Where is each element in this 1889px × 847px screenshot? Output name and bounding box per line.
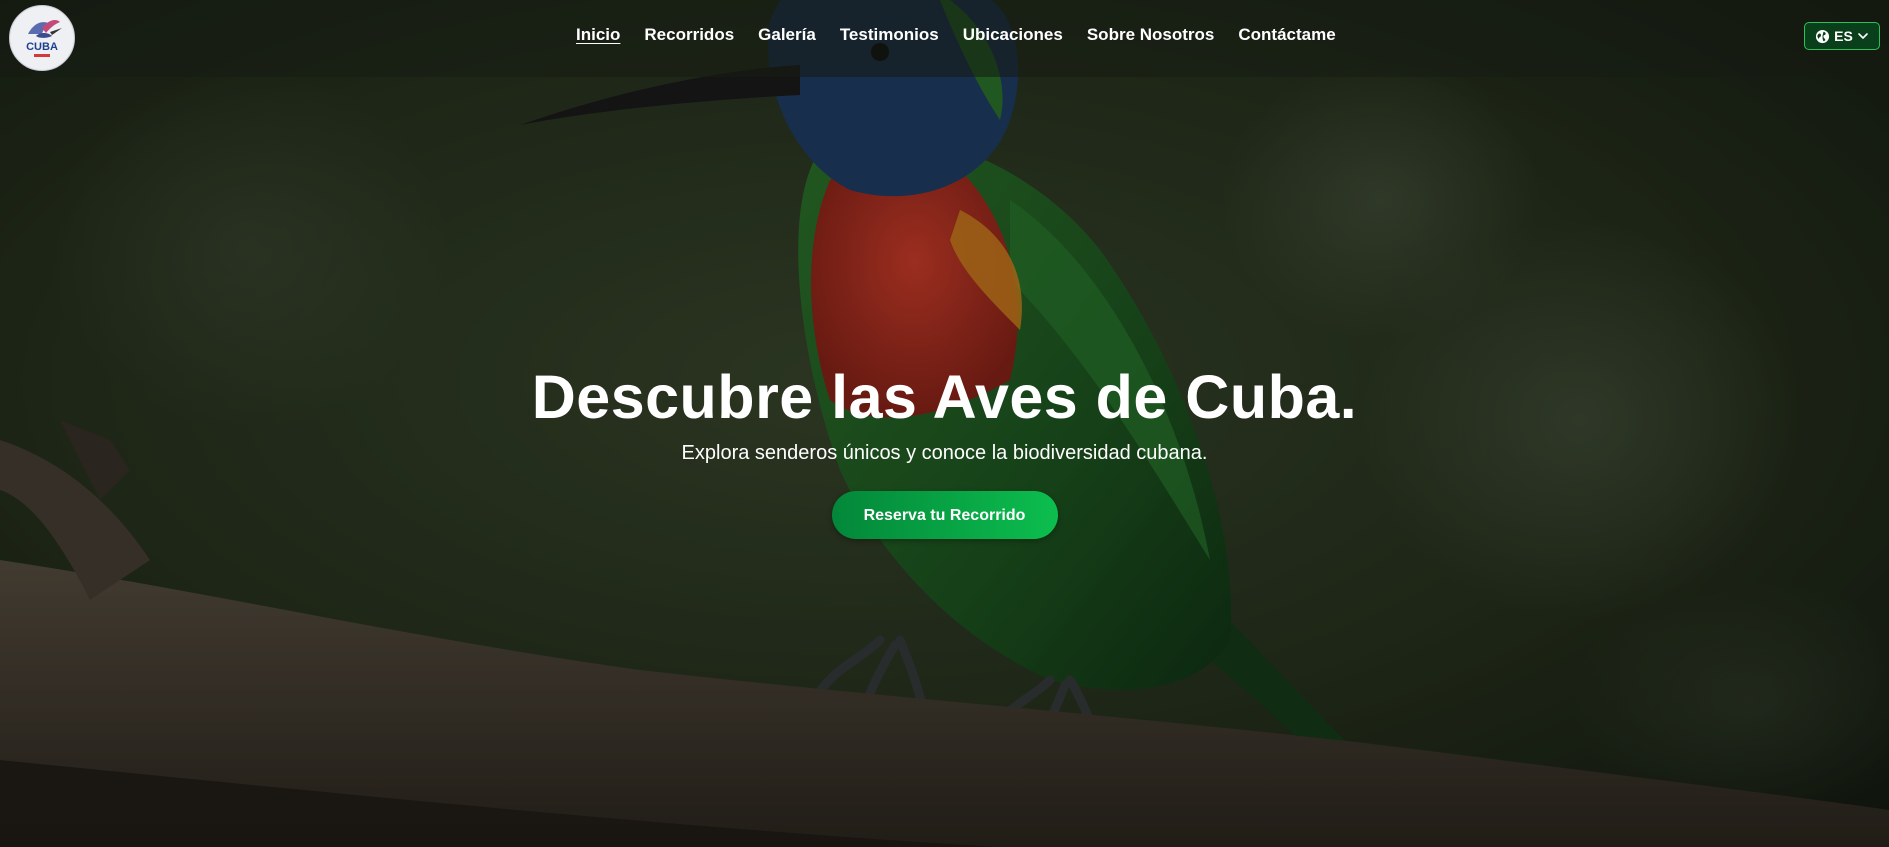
nav-item-ubicaciones[interactable]: Ubicaciones (963, 25, 1063, 45)
nav-item-galeria[interactable]: Galería (758, 25, 816, 45)
chevron-down-icon (1858, 33, 1868, 39)
logo-text: CUBA (26, 41, 58, 53)
nav-item-sobre-nosotros[interactable]: Sobre Nosotros (1087, 25, 1215, 45)
hero-content: Descubre las Aves de Cuba. Explora sende… (0, 362, 1889, 540)
language-code: ES (1834, 28, 1853, 44)
nav-item-recorridos[interactable]: Recorridos (644, 25, 734, 45)
page: CUBA Inicio Recorridos Galería Testimoni… (0, 0, 1889, 847)
nav-item-inicio[interactable]: Inicio (576, 25, 620, 45)
hero-title: Descubre las Aves de Cuba. (531, 363, 1358, 431)
hummingbird-logo-icon: CUBA (11, 7, 73, 69)
language-selector[interactable]: ES (1804, 22, 1880, 50)
globe-icon (1816, 29, 1830, 43)
site-header: CUBA Inicio Recorridos Galería Testimoni… (0, 0, 1889, 77)
main-nav: Inicio Recorridos Galería Testimonios Ub… (576, 25, 1360, 45)
nav-item-contactame[interactable]: Contáctame (1238, 25, 1335, 45)
nav-item-testimonios[interactable]: Testimonios (840, 25, 939, 45)
site-logo[interactable]: CUBA (9, 5, 75, 71)
hero-subtitle: Explora senderos únicos y conoce la biod… (681, 442, 1208, 465)
book-tour-button[interactable]: Reserva tu Recorrido (831, 491, 1058, 540)
